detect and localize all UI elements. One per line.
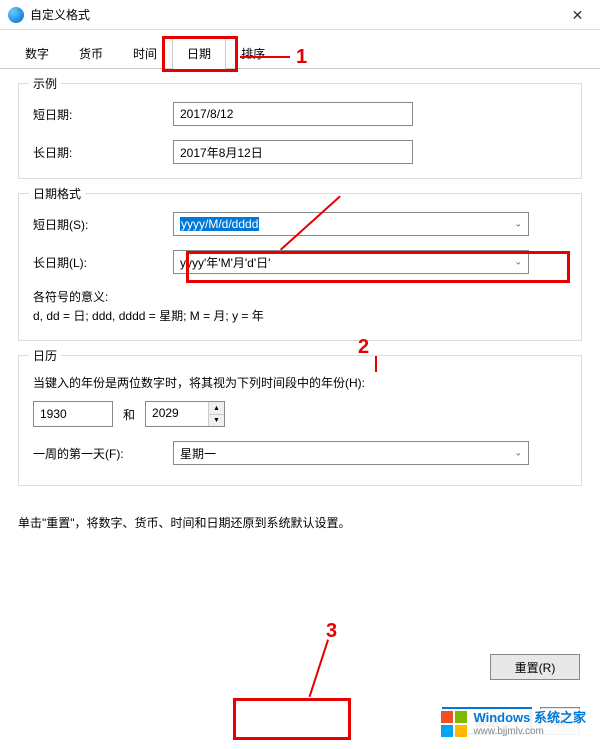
group-example-title: 示例 <box>29 75 61 92</box>
group-date-format-title: 日期格式 <box>29 185 85 202</box>
annotation-label-3: 3 <box>326 620 337 643</box>
windows-logo-icon <box>441 711 467 737</box>
settings-icon <box>8 7 24 23</box>
group-calendar-title: 日历 <box>29 347 61 364</box>
chevron-down-icon: ⌄ <box>514 448 522 459</box>
short-date-format-value: yyyy/M/d/dddd <box>180 217 259 231</box>
long-date-format-combo[interactable]: yyyy'年'M'月'd'日' ⌄ <box>173 250 529 274</box>
titlebar: 自定义格式 ✕ <box>0 0 600 30</box>
label-long-date-format: 长日期(L): <box>33 254 173 271</box>
window-title: 自定义格式 <box>30 6 90 23</box>
annotation-arrow-3 <box>309 639 329 697</box>
chevron-down-icon: ⌄ <box>514 257 522 268</box>
and-label: 和 <box>123 406 135 423</box>
reset-button[interactable]: 重置(R) <box>490 654 580 680</box>
label-short-date-example: 短日期: <box>33 106 173 123</box>
year-to-value: 2029 <box>146 402 208 426</box>
watermark-title: Windows 系统之家 <box>473 711 586 725</box>
label-short-date-format: 短日期(S): <box>33 216 173 233</box>
first-day-value: 星期一 <box>180 445 216 462</box>
group-calendar: 日历 当键入的年份是两位数字时，将其视为下列时间段中的年份(H): 和 2029… <box>18 355 582 486</box>
tab-number[interactable]: 数字 <box>10 38 64 68</box>
reset-hint: 单击"重置"，将数字、货币、时间和日期还原到系统默认设置。 <box>18 514 582 531</box>
watermark: Windows 系统之家 www.bjjmlv.com <box>437 709 590 739</box>
spinner-down-icon[interactable]: ▼ <box>209 415 224 427</box>
short-date-example <box>173 102 413 126</box>
tab-sort[interactable]: 排序 <box>226 38 280 68</box>
chevron-down-icon: ⌄ <box>514 219 522 230</box>
year-from-input <box>33 401 113 427</box>
long-date-format-value: yyyy'年'M'月'd'日' <box>180 254 270 271</box>
tab-row: 数字 货币 时间 日期 排序 <box>0 38 600 69</box>
symbol-meaning-label: 各符号的意义: <box>33 288 567 307</box>
close-button[interactable]: ✕ <box>555 0 600 30</box>
watermark-url: www.bjjmlv.com <box>473 726 586 737</box>
year-to-spinner[interactable]: 2029 ▲ ▼ <box>145 401 225 427</box>
tab-currency[interactable]: 货币 <box>64 38 118 68</box>
label-first-day: 一周的第一天(F): <box>33 445 173 462</box>
first-day-combo[interactable]: 星期一 ⌄ <box>173 441 529 465</box>
group-date-format: 日期格式 短日期(S): yyyy/M/d/dddd ⌄ 长日期(L): yyy… <box>18 193 582 341</box>
spinner-up-icon[interactable]: ▲ <box>209 402 224 415</box>
calendar-hint: 当键入的年份是两位数字时，将其视为下列时间段中的年份(H): <box>33 374 567 391</box>
label-long-date-example: 长日期: <box>33 144 173 161</box>
content-area: 示例 短日期: 长日期: 日期格式 短日期(S): yyyy/M/d/dddd … <box>0 69 600 555</box>
long-date-example <box>173 140 413 164</box>
symbol-meaning-text: d, dd = 日; ddd, dddd = 星期; M = 月; y = 年 <box>33 307 567 326</box>
short-date-format-combo[interactable]: yyyy/M/d/dddd ⌄ <box>173 212 529 236</box>
tab-time[interactable]: 时间 <box>118 38 172 68</box>
tab-date[interactable]: 日期 <box>172 38 226 69</box>
annotation-box-3 <box>233 698 351 740</box>
group-example: 示例 短日期: 长日期: <box>18 83 582 179</box>
